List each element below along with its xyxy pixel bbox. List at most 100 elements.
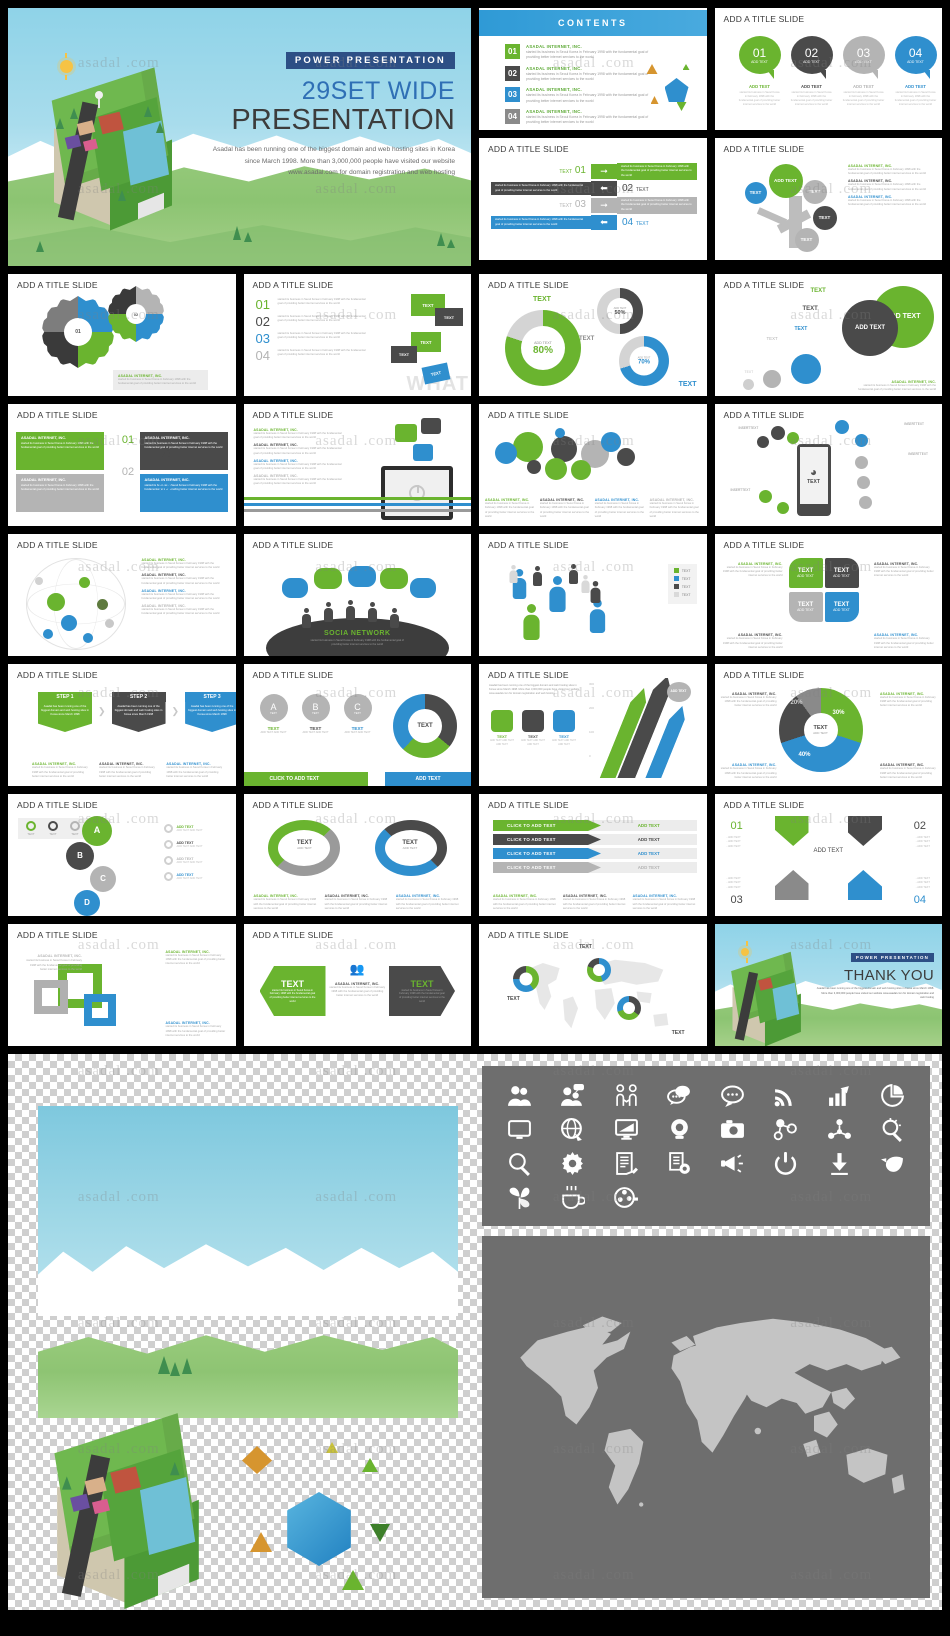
arrow-bar-row[interactable]: TEXT 03 ➞ started its business in Seoul Ko… <box>491 197 697 214</box>
donut-50[interactable]: ADD TEXT 50% <box>597 288 643 334</box>
film-reel-icon[interactable] <box>601 1182 652 1212</box>
slide-arrows-chart[interactable]: ADD A TITLE SLIDE Asadal has been runnin… <box>479 664 707 786</box>
donut-80[interactable]: ADD TEXT 80% <box>505 310 581 386</box>
abcd-right-row[interactable]: ADD TEXT ADD TEXT ADD TEXT <box>163 872 228 881</box>
balloon-item[interactable]: 02 ADD TEXT ADD TEXT started its business i… <box>790 36 833 107</box>
globe-node[interactable] <box>97 599 108 610</box>
pinwheel-icon[interactable] <box>494 1182 545 1212</box>
step-card[interactable]: STEP 3 Asadal has been running one of the… <box>185 692 236 732</box>
arrows-icon-item[interactable]: TEXT ADD TEXT ADD TEXT ADD TEXT <box>551 710 577 747</box>
globe-node-blue[interactable] <box>61 615 77 631</box>
abc-item[interactable]: A TEXT TEXT ADD TEXT ADD TEXT <box>258 694 290 735</box>
grass-background-asset[interactable] <box>38 1335 458 1418</box>
leaf-bird-icon[interactable] <box>867 1148 918 1178</box>
power-icon[interactable] <box>760 1148 811 1178</box>
slide-devices[interactable]: ADD A TITLE SLIDE ASADAL INTERNET, INC. s… <box>243 404 471 526</box>
megaphone-icon[interactable] <box>707 1148 758 1178</box>
node-green-2[interactable] <box>758 490 772 503</box>
share-nodes-icon[interactable] <box>760 1114 811 1144</box>
document-gear-icon[interactable] <box>654 1148 705 1178</box>
step-card[interactable]: STEP 2 Asadal has been running one of the… <box>111 692 166 732</box>
chat-bubbles-icon[interactable] <box>654 1080 705 1110</box>
sky-background-asset[interactable] <box>38 1106 458 1316</box>
bubble-gear[interactable] <box>527 460 541 474</box>
abc-item[interactable]: B TEXT TEXT ADD TEXT ADD TEXT <box>300 694 332 735</box>
document-pen-icon[interactable] <box>601 1148 652 1178</box>
globe-node[interactable] <box>79 577 90 588</box>
number-list-row[interactable]: 03 started its business in Seoul Korea in… <box>256 332 366 345</box>
bubble-blue[interactable] <box>495 442 517 464</box>
bubble-dot[interactable] <box>555 428 565 438</box>
coffee-cup-icon[interactable] <box>547 1182 598 1212</box>
monitor-slash-icon[interactable] <box>601 1114 652 1144</box>
slide-infinity[interactable]: ADD A TITLE SLIDE TEXT ADD TEXT TEXT ADD… <box>243 794 471 916</box>
node-gray[interactable] <box>854 456 868 469</box>
slide-bubble-icons[interactable]: ADD A TITLE SLIDE ASADAL INTERNET, INC. s… <box>479 404 707 526</box>
abcd-right-row[interactable]: ADD TEXT ADD TEXT ADD TEXT <box>163 824 228 833</box>
slide-cover[interactable]: VILLAGE <box>8 8 471 266</box>
abcd-chip[interactable]: TEXT <box>45 821 61 836</box>
balloon-item[interactable]: 03 ADD TEXT ADD TEXT started its business i… <box>842 36 885 107</box>
slide-bubble-scale[interactable]: ADD A TITLE SLIDE ADD TEXT ADD TEXT TEXT… <box>714 274 942 396</box>
node-blue-2[interactable] <box>854 434 868 447</box>
chevron-row[interactable]: CLICK TO ADD TEXT ADD TEXT <box>493 862 697 873</box>
slide-quad-arrows[interactable]: ADD A TITLE SLIDE 01 02 03 04 ADD TEXT -… <box>714 794 942 916</box>
slide-thank-you[interactable]: POWER PRESENTATION THANK YOU Asadal has … <box>714 924 942 1046</box>
globe-node[interactable] <box>35 577 43 585</box>
slide-abcd-flow[interactable]: ADD A TITLE SLIDE TEXTTEXTTEXTTEXT A B C… <box>8 794 236 916</box>
abcd-chip[interactable]: TEXT <box>23 821 39 836</box>
arrows-icon-item[interactable]: TEXT ADD TEXT ADD TEXT ADD TEXT <box>520 710 546 747</box>
molecule-icon[interactable] <box>814 1114 865 1144</box>
island-asset[interactable]: VILLAGE <box>50 1413 240 1610</box>
users-two-icon[interactable] <box>494 1080 545 1110</box>
slide-chevron-bars[interactable]: ADD A TITLE SLIDE CLICK TO ADD TEXT ADD T… <box>479 794 707 916</box>
world-map-panel[interactable] <box>482 1236 930 1598</box>
chevron-row[interactable]: CLICK TO ADD TEXT ADD TEXT <box>493 848 697 859</box>
quad-arrow-gray[interactable] <box>774 870 809 900</box>
node-green[interactable] <box>786 432 799 444</box>
slide-people-network[interactable]: ADD A TITLE SLIDE TEXT TEXT TEXT TEXT <box>479 534 707 656</box>
world-donut-2[interactable] <box>587 958 611 982</box>
abcd-node-a[interactable]: A <box>82 816 112 846</box>
globe-node[interactable] <box>83 633 93 643</box>
slide-donut-charts[interactable]: ADD A TITLE SLIDE ADD TEXT 80% ADD TEXT … <box>479 274 707 396</box>
leaf-dark[interactable]: TEXT ADD TEXT <box>824 558 859 588</box>
handshake-people-icon[interactable] <box>601 1080 652 1110</box>
leaf-blue[interactable]: TEXT ADD TEXT <box>824 592 859 622</box>
pie-chart-icon[interactable] <box>867 1080 918 1110</box>
balloon-item[interactable]: 01 ADD TEXT ADD TEXT started its business i… <box>738 36 781 107</box>
node-dark[interactable] <box>770 426 785 440</box>
node-gray-2[interactable] <box>856 476 870 489</box>
slide-globe-network[interactable]: ADD A TITLE SLIDE ASADAL INTERNET, INC. s… <box>8 534 236 656</box>
abcd-right-row[interactable]: ADD TEXT ADD TEXT ADD TEXT <box>163 840 228 849</box>
abc-item[interactable]: C TEXT TEXT ADD TEXT ADD TEXT <box>342 694 374 735</box>
node-dark-2[interactable] <box>756 436 769 448</box>
panel-block[interactable]: ASADAL INTERNET, INC. started its busines… <box>16 474 104 512</box>
slide-cubes[interactable]: ADD A TITLE SLIDE ASADAL INTERNET, INC. s… <box>8 924 236 1046</box>
abc-ring-donut[interactable]: TEXT <box>393 694 457 758</box>
panel-block[interactable]: ASADAL INTERNET, INC. started its busines… <box>16 432 104 470</box>
bubble-dark-add-text[interactable]: ADD TEXT <box>842 300 898 356</box>
slide-gears[interactable]: ADD A TITLE SLIDE 01 02 ASADAL INTERNET,… <box>8 274 236 396</box>
slide-world-dots[interactable]: ADD A TITLE SLIDE TEXT TEXT TEXT <box>479 924 707 1046</box>
gear-icon[interactable] <box>547 1148 598 1178</box>
abc-footer-left[interactable]: CLICK TO ADD TEXT <box>243 772 368 786</box>
slide-pie-chart[interactable]: ADD A TITLE SLIDE TEXT ADD TEXT 30% 40% … <box>714 664 942 786</box>
quad-arrow-dark[interactable] <box>848 816 882 846</box>
arrow-bar-row[interactable]: started its business in Seoul Korea in F… <box>491 181 697 196</box>
bubble-doc[interactable] <box>601 432 621 452</box>
abc-footer-right[interactable]: ADD TEXT <box>385 772 471 786</box>
polygon-shapes-asset[interactable] <box>230 1436 410 1601</box>
slide-four-panel[interactable]: ADD A TITLE SLIDE ASADAL INTERNET, INC. s… <box>8 404 236 526</box>
arrows-icon-item[interactable]: TEXT ADD TEXT ADD TEXT ADD TEXT <box>489 710 515 747</box>
shape-dark[interactable]: TEXT <box>435 308 463 326</box>
world-donut-1[interactable] <box>513 966 539 992</box>
chevron-row[interactable]: CLICK TO ADD TEXT ADD TEXT <box>493 820 697 831</box>
bubble-wifi[interactable] <box>513 432 543 462</box>
number-list-row[interactable]: 01 started its business in Seoul Korea in… <box>256 298 366 311</box>
abcd-right-row[interactable]: ADD TEXT ADD TEXT ADD TEXT <box>163 856 228 865</box>
idea-search-icon[interactable] <box>867 1114 918 1144</box>
leaf-green[interactable]: TEXT ADD TEXT <box>788 558 823 588</box>
wifi-signal-icon[interactable] <box>760 1080 811 1110</box>
abcd-chip[interactable]: TEXT <box>67 821 83 836</box>
